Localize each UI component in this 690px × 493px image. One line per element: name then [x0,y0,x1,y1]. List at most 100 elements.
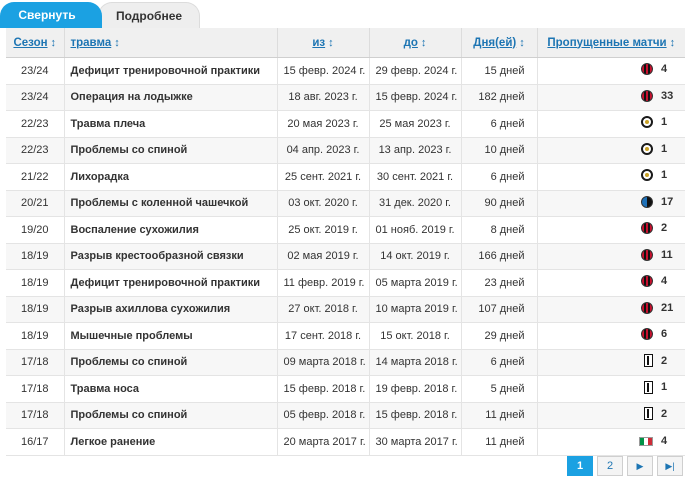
spezia-crest-icon[interactable] [641,116,653,129]
missed-games-count: 33 [661,89,674,102]
season-cell: 18/19 [6,243,65,270]
juventus-crest-icon[interactable] [644,354,653,368]
days-cell: 166 дней [461,243,538,270]
header-season[interactable]: Сезон ↕ [6,28,65,58]
from-date-cell: 18 авг. 2023 г. [277,84,370,111]
milan-crest-icon[interactable] [641,248,653,261]
italy-flag-icon[interactable] [639,436,653,446]
missed-games-cell: 1 [537,110,685,138]
from-date-cell: 04 апр. 2023 г. [277,137,370,164]
pagination: 1 2 ▶ ▶| [567,456,683,476]
days-cell: 6 дней [461,349,538,376]
missed-games-cell: 33 [537,84,685,111]
injury-cell: Операция на лодыжке [64,84,278,111]
injury-cell: Дефицит тренировочной практики [64,57,278,85]
milan-crest-icon[interactable] [641,275,653,288]
table-row: 18/19 Дефицит тренировочной практики 11 фе… [6,269,685,297]
table-row: 23/24 Операция на лодыжке 18 авг. 2023 г. 1… [6,84,685,111]
last-page-icon[interactable]: ▶| [657,456,683,476]
to-date-cell: 19 февр. 2018 г. [369,375,462,403]
missed-games-count: 2 [661,222,668,235]
missed-games-cell: 2 [537,402,685,429]
season-cell: 23/24 [6,84,65,111]
missed-games-count: 2 [661,407,668,420]
next-page-icon[interactable]: ▶ [627,456,653,476]
to-date-cell: 31 дек. 2020 г. [369,190,462,217]
milan-crest-icon[interactable] [641,301,653,314]
juventus-crest-icon[interactable] [644,407,653,421]
table-row: 22/23 Проблемы со спиной 04 апр. 2023 г. 13… [6,137,685,164]
sort-icon: ↕ [50,36,57,49]
injury-cell: Мышечные проблемы [64,322,278,350]
days-cell: 8 дней [461,216,538,244]
season-cell: 17/18 [6,349,65,376]
from-date-cell: 03 окт. 2020 г. [277,190,370,217]
to-date-cell: 10 марта 2019 г. [369,296,462,323]
header-from[interactable]: из ↕ [277,28,370,58]
header-injury[interactable]: травма ↕ [64,28,278,58]
missed-games-cell: 1 [537,163,685,191]
missed-games-cell: 2 [537,216,685,244]
table-row: 20/21 Проблемы с коленной чашечкой 03 окт.… [6,190,685,217]
missed-games-count: 4 [661,435,668,447]
season-cell: 17/18 [6,402,65,429]
milan-crest-icon[interactable] [641,328,653,341]
days-cell: 29 дней [461,322,538,350]
injury-cell: Дефицит тренировочной практики [64,269,278,297]
injury-cell: Травма плеча [64,110,278,138]
header-games[interactable]: Пропущенные матчи ↕ [537,28,685,58]
injury-cell: Проблемы со спиной [64,349,278,376]
atalanta-crest-icon[interactable] [641,195,653,208]
milan-crest-icon[interactable] [641,63,653,76]
sort-icon: ↕ [669,36,676,49]
to-date-cell: 15 февр. 2024 г. [369,84,462,111]
injury-cell: Травма носа [64,375,278,403]
from-date-cell: 17 сент. 2018 г. [277,322,370,350]
page-1-button[interactable]: 1 [567,456,593,476]
days-cell: 15 дней [461,57,538,85]
injury-cell: Проблемы со спиной [64,402,278,429]
milan-crest-icon[interactable] [641,89,653,102]
season-cell: 19/20 [6,216,65,244]
missed-games-count: 21 [661,301,674,314]
injury-cell: Легкое ранение [64,428,278,456]
missed-games-cell: 4 [537,57,685,85]
season-cell: 22/23 [6,137,65,164]
page-2-button[interactable]: 2 [597,456,623,476]
days-cell: 182 дней [461,84,538,111]
missed-games-count: 1 [661,142,668,155]
missed-games-count: 1 [661,116,668,129]
season-cell: 21/22 [6,163,65,191]
from-date-cell: 05 февр. 2018 г. [277,402,370,429]
missed-games-cell: 1 [537,137,685,164]
tab-detail[interactable]: Подробнее [98,2,200,28]
days-cell: 6 дней [461,110,538,138]
table-row: 18/19 Мышечные проблемы 17 сент. 2018 г. 15… [6,322,685,350]
to-date-cell: 29 февр. 2024 г. [369,57,462,85]
header-to[interactable]: до ↕ [369,28,462,58]
table-header-row: Сезон ↕ травма ↕ из ↕ до ↕ Дня(ей) ↕ Пропущен… [6,28,685,58]
days-cell: 11 дней [461,402,538,429]
missed-games-count: 4 [661,63,668,76]
to-date-cell: 30 марта 2017 г. [369,428,462,456]
juventus-crest-icon[interactable] [644,380,653,394]
to-date-cell: 14 окт. 2019 г. [369,243,462,270]
days-cell: 5 дней [461,375,538,403]
table-row: 17/18 Проблемы со спиной 05 февр. 2018 г. 1… [6,402,685,429]
spezia-crest-icon[interactable] [641,142,653,155]
sort-icon: ↕ [328,36,334,49]
missed-games-count: 1 [661,169,668,182]
table-row: 22/23 Травма плеча 20 мая 2023 г. 25 мая 20… [6,110,685,138]
tab-collapse[interactable]: Свернуть [0,2,102,28]
injury-table-container: Сезон ↕ травма ↕ из ↕ до ↕ Дня(ей) ↕ Пропущен… [6,28,685,456]
header-days[interactable]: Дня(ей) ↕ [461,28,538,58]
header-season-label: Сезон [13,36,48,49]
from-date-cell: 02 мая 2019 г. [277,243,370,270]
table-row: 19/20 Воспаление сухожилия 25 окт. 2019 г.… [6,216,685,244]
spezia-crest-icon[interactable] [641,169,653,182]
days-cell: 23 дней [461,269,538,297]
missed-games-count: 2 [661,354,668,367]
days-cell: 10 дней [461,137,538,164]
milan-crest-icon[interactable] [641,222,653,235]
season-cell: 17/18 [6,375,65,403]
